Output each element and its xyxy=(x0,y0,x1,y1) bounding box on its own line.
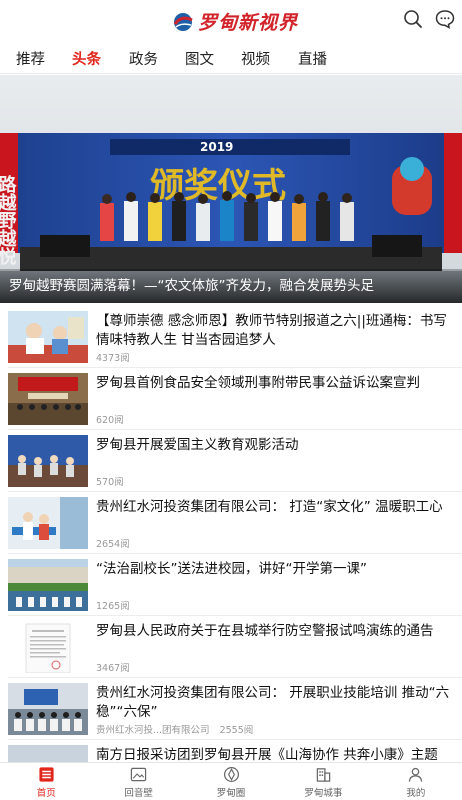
news-title: “法治副校长”送法进校园，讲好“开学第一课” xyxy=(96,561,367,577)
nav-luodian-circle[interactable]: 罗甸圈 xyxy=(185,763,277,800)
nav-home[interactable]: 首页 xyxy=(0,763,92,800)
list-item[interactable]: 罗甸县开展爱国主义教育观影活动 570阅 xyxy=(0,430,462,492)
nav-label: 回音壁 xyxy=(124,788,153,799)
globe-logo-icon xyxy=(173,12,193,31)
app-logo: 罗甸新视界 xyxy=(172,8,298,35)
hero-caption: 罗甸越野赛圆满落幕！—“农文体旅”齐发力，融合发展势头足 xyxy=(0,269,462,303)
news-thumbnail xyxy=(8,559,88,611)
backdrop-year: 2019 xyxy=(200,140,233,154)
news-thumbnail xyxy=(8,621,88,673)
news-thumbnail xyxy=(8,497,88,549)
read-count: 570阅 xyxy=(96,477,124,488)
news-meta: 620阅 xyxy=(96,412,124,426)
read-count: 2555阅 xyxy=(219,725,254,736)
tab-government[interactable]: 政务 xyxy=(129,48,158,69)
nav-label: 罗甸城事 xyxy=(304,788,343,799)
list-item[interactable]: 【尊师崇德 感念师恩】教师节特别报道之六||班通梅：书写情味特教人生 甘当杏园追… xyxy=(0,306,462,368)
app-title: 罗甸新视界 xyxy=(198,12,299,34)
news-meta: 1265阅 xyxy=(96,598,130,612)
news-thumbnail xyxy=(8,435,88,487)
news-meta: 2654阅 xyxy=(96,536,130,550)
nav-label: 罗甸圈 xyxy=(216,788,246,799)
user-icon xyxy=(409,767,423,782)
circle-compass-icon xyxy=(223,766,239,783)
news-meta: 4373阅 xyxy=(96,350,130,364)
news-meta: 570阅 xyxy=(96,474,124,488)
bottom-nav: 首页 回音壁 罗甸圈 罗甸城事 我的 xyxy=(0,762,462,800)
read-count: 2654阅 xyxy=(96,539,130,550)
news-meta: 3467阅 xyxy=(96,660,130,674)
nav-label: 我的 xyxy=(406,788,426,799)
tab-video[interactable]: 视频 xyxy=(241,48,270,69)
channel-tabs: 推荐 头条 政务 图文 视频 直播 xyxy=(0,40,462,74)
tab-photo-text[interactable]: 图文 xyxy=(185,48,214,69)
home-list-icon xyxy=(39,767,54,782)
news-thumbnail xyxy=(8,373,88,425)
nav-city-affairs[interactable]: 罗甸城事 xyxy=(277,763,369,800)
news-source: 贵州红水河投...团有限公司 xyxy=(96,725,210,736)
backdrop-word: 颁奖仪式 xyxy=(150,166,286,206)
news-title: 贵州红水河投资集团有限公司： 开展职业技能培训 推动“六稳”“六保” xyxy=(96,685,450,720)
search-icon[interactable] xyxy=(402,8,424,30)
tab-recommend[interactable]: 推荐 xyxy=(16,48,45,69)
news-title: 罗甸县人民政府关于在县城举行防空警报试鸣演练的通告 xyxy=(96,623,434,639)
tab-live[interactable]: 直播 xyxy=(298,48,327,69)
hero-banner[interactable]: 2019 颁奖仪式 路越野越悦 罗甸越野赛圆满落幕！—“农文体旅”齐发力，融合发… xyxy=(0,75,462,303)
app-header: 罗甸新视界 xyxy=(0,0,462,40)
list-item[interactable]: 罗甸县人民政府关于在县城举行防空警报试鸣演练的通告 3467阅 xyxy=(0,616,462,678)
picture-frame-icon xyxy=(130,767,147,782)
nav-profile[interactable]: 我的 xyxy=(370,763,462,800)
backdrop-side-text: 路越野越悦 xyxy=(0,174,18,265)
news-thumbnail xyxy=(8,683,88,735)
news-title: 贵州红水河投资集团有限公司： 打造“家文化” 温暖职工心 xyxy=(96,499,443,515)
list-item[interactable]: 贵州红水河投资集团有限公司： 开展职业技能培训 推动“六稳”“六保” 贵州红水河… xyxy=(0,678,462,740)
news-title: 罗甸县开展爱国主义教育观影活动 xyxy=(96,437,299,453)
read-count: 4373阅 xyxy=(96,353,130,364)
news-thumbnail xyxy=(8,311,88,363)
news-meta: 贵州红水河投...团有限公司 2555阅 xyxy=(96,722,253,736)
city-building-icon xyxy=(316,768,331,782)
list-item[interactable]: “法治副校长”送法进校园，讲好“开学第一课” 1265阅 xyxy=(0,554,462,616)
tab-headlines[interactable]: 头条 xyxy=(72,48,101,69)
read-count: 620阅 xyxy=(96,415,124,426)
list-item[interactable]: 贵州红水河投资集团有限公司： 打造“家文化” 温暖职工心 2654阅 xyxy=(0,492,462,554)
news-title: 罗甸县首例食品安全领域刑事附带民事公益诉讼案宣判 xyxy=(96,375,420,391)
list-item[interactable]: 罗甸县首例食品安全领域刑事附带民事公益诉讼案宣判 620阅 xyxy=(0,368,462,430)
read-count: 1265阅 xyxy=(96,601,130,612)
chat-bubble-icon[interactable] xyxy=(434,8,456,30)
news-title: 【尊师崇德 感念师恩】教师节特别报道之六||班通梅：书写情味特教人生 甘当杏园追… xyxy=(96,313,447,348)
read-count: 3467阅 xyxy=(96,663,130,674)
nav-echo-wall[interactable]: 回音壁 xyxy=(92,763,184,800)
nav-label: 首页 xyxy=(36,788,56,799)
